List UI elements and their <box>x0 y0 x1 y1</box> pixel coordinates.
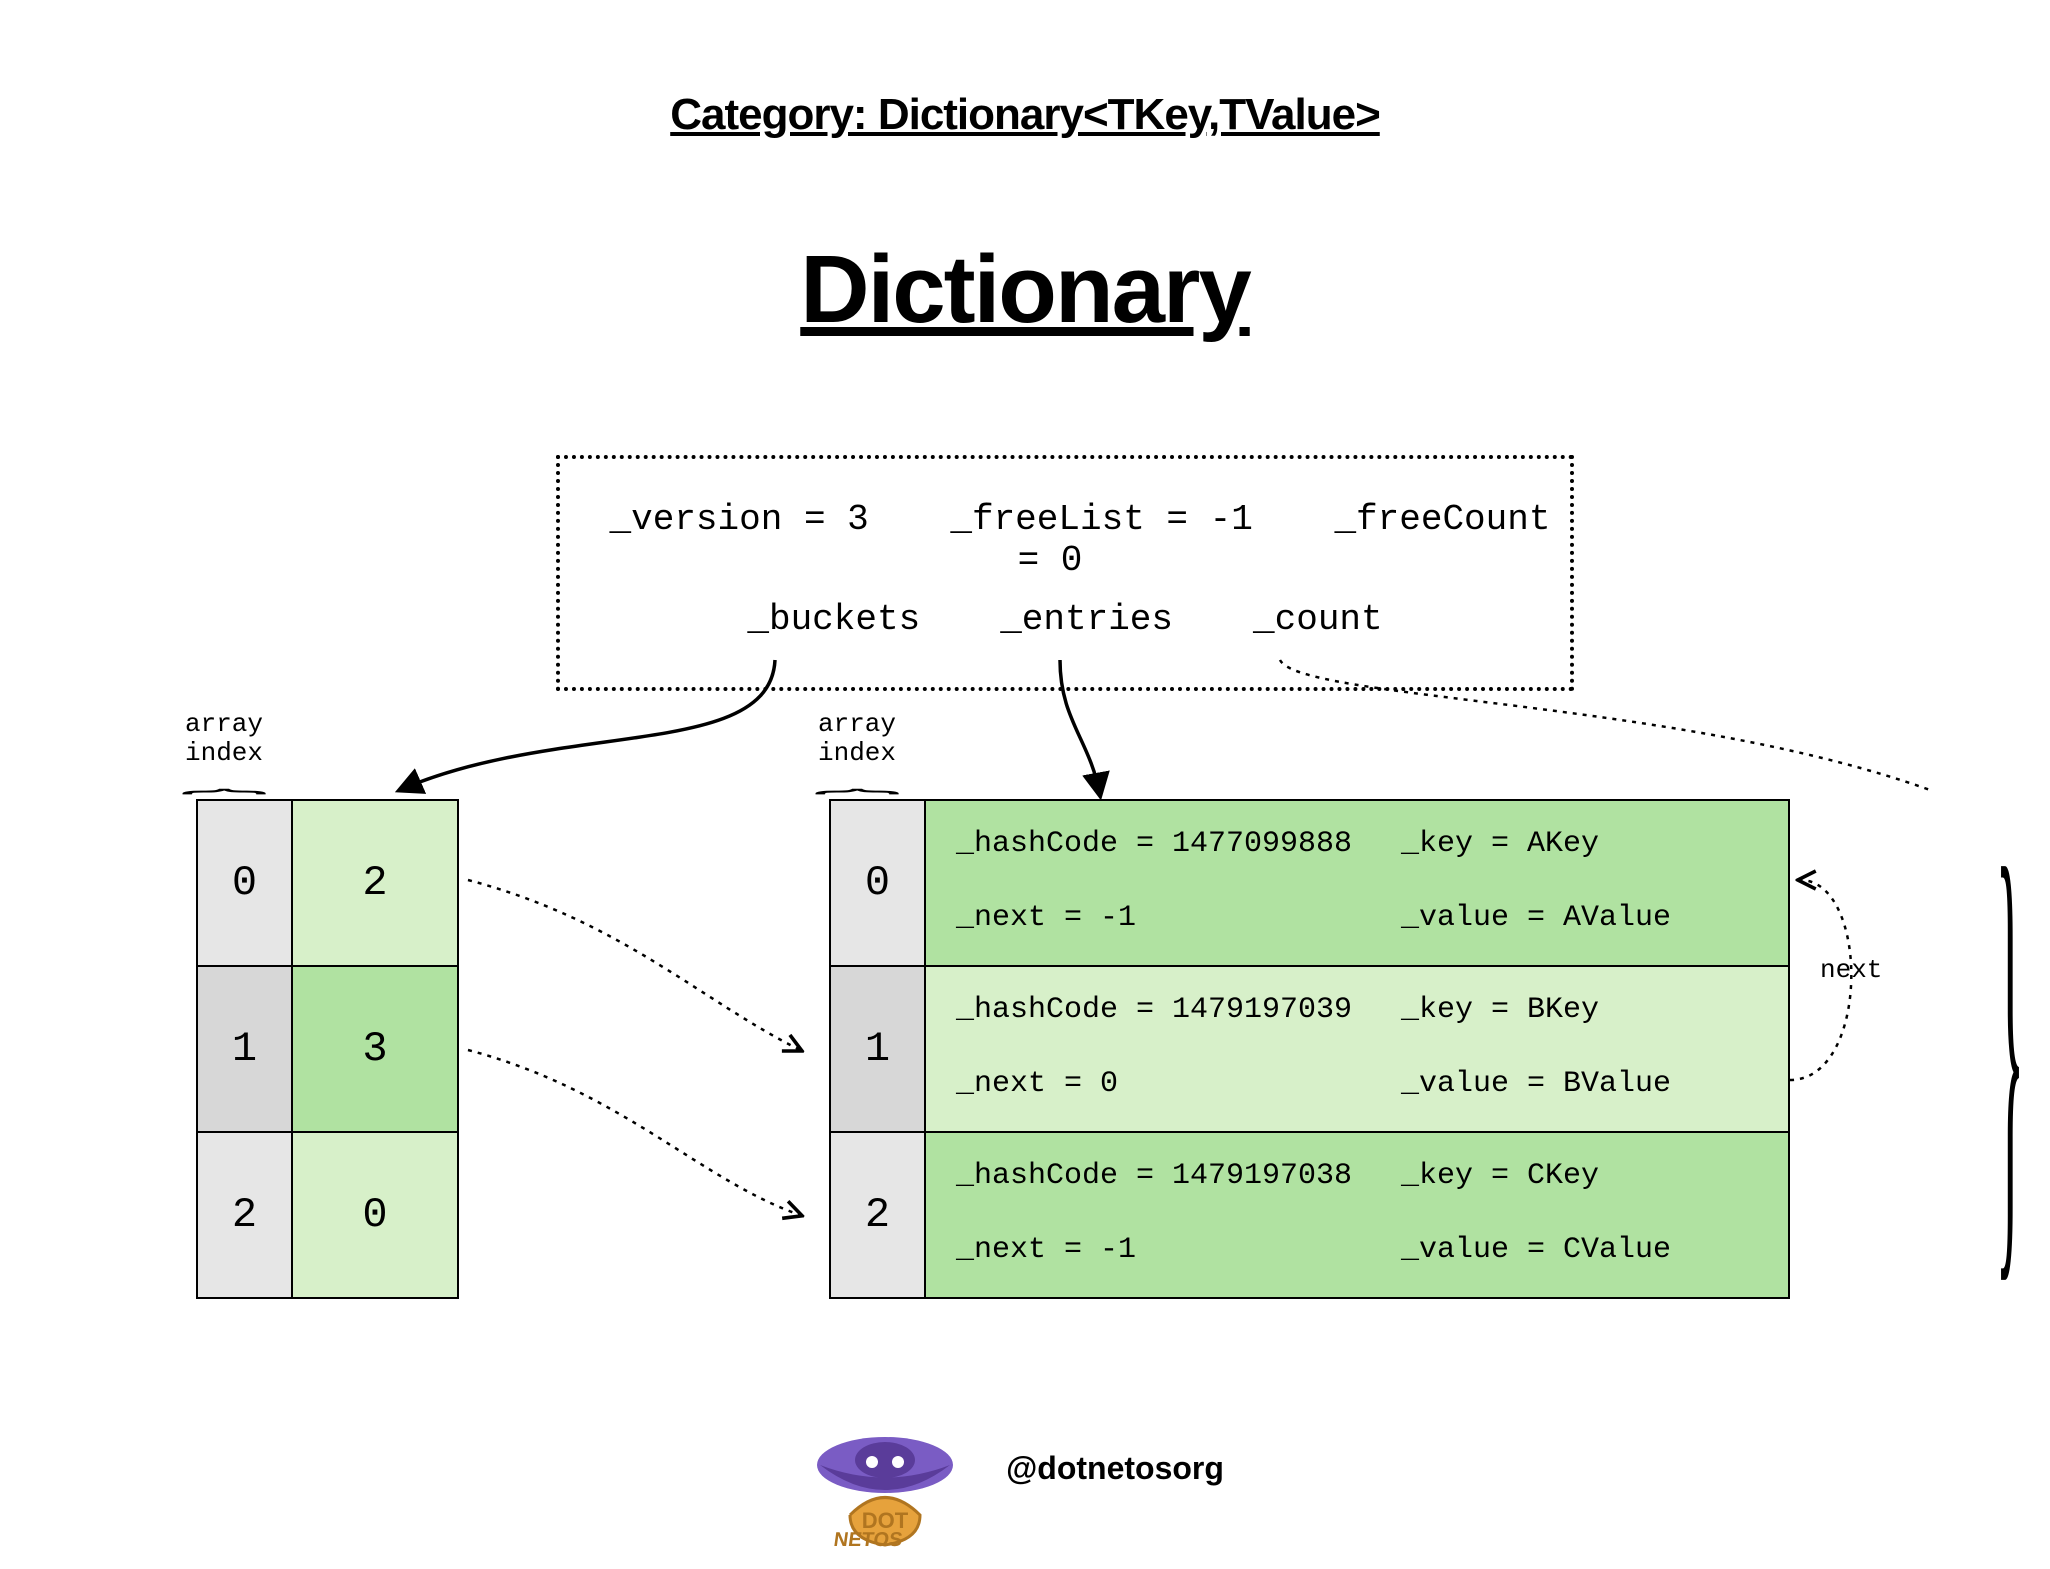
entries-index-cell: 2 <box>829 1131 926 1299</box>
category-heading: Category: Dictionary<TKey,TValue> <box>0 90 2050 140</box>
page-title: Dictionary <box>0 235 2050 345</box>
entries-array-index-label: array index <box>818 710 896 767</box>
buckets-array-index-label: array index <box>185 710 263 767</box>
count-brace: } <box>1996 770 2025 1320</box>
svg-text:NETOS: NETOS <box>832 1529 904 1550</box>
entries-body-cell: _hashCode = 1479197039 _next = 0 _key = … <box>924 965 1790 1133</box>
entry-hashcode: _hashCode = 1477099888 <box>956 827 1352 861</box>
buckets-value-cell: 3 <box>291 965 459 1133</box>
entries-table: 0 _hashCode = 1477099888 _next = -1 _key… <box>830 800 1789 1298</box>
field-version: _version = 3 <box>610 499 869 540</box>
entries-index-cell: 1 <box>829 965 926 1133</box>
entries-row: 0 _hashCode = 1477099888 _next = -1 _key… <box>830 800 1789 966</box>
entries-body-cell: _hashCode = 1479197038 _next = -1 _key =… <box>924 1131 1790 1299</box>
field-buckets: _buckets <box>747 599 920 640</box>
field-count: _count <box>1253 599 1383 640</box>
buckets-table: 0 2 1 3 2 0 <box>197 800 458 1298</box>
entry-next: _next = 0 <box>956 1067 1118 1101</box>
entry-hashcode: _hashCode = 1479197039 <box>956 993 1352 1027</box>
buckets-row: 2 0 <box>197 1132 458 1298</box>
entry-key: _key = AKey <box>1401 827 1599 861</box>
entry-hashcode: _hashCode = 1479197038 <box>956 1159 1352 1193</box>
buckets-row: 0 2 <box>197 800 458 966</box>
entry-next: _next = -1 <box>956 1233 1136 1267</box>
buckets-index-cell: 0 <box>196 799 293 967</box>
buckets-index-cell: 2 <box>196 1131 293 1299</box>
field-entries: _entries <box>1000 599 1173 640</box>
entry-value: _value = AValue <box>1401 901 1671 935</box>
entries-index-cell: 0 <box>829 799 926 967</box>
entry-value: _value = CValue <box>1401 1233 1671 1267</box>
entry-value: _value = BValue <box>1401 1067 1671 1101</box>
field-freelist: _freeList = -1 <box>950 499 1252 540</box>
entries-row: 2 _hashCode = 1479197038 _next = -1 _key… <box>830 1132 1789 1298</box>
buckets-value-cell: 0 <box>291 1131 459 1299</box>
entry-next: _next = -1 <box>956 901 1136 935</box>
buckets-value-cell: 2 <box>291 799 459 967</box>
entry-key: _key = BKey <box>1401 993 1599 1027</box>
next-arrow-label: next <box>1820 955 1882 985</box>
entries-body-cell: _hashCode = 1477099888 _next = -1 _key =… <box>924 799 1790 967</box>
buckets-row: 1 3 <box>197 966 458 1132</box>
entries-row: 1 _hashCode = 1479197039 _next = 0 _key … <box>830 966 1789 1132</box>
buckets-index-cell: 1 <box>196 965 293 1133</box>
dictionary-internals-box: _version = 3 _freeList = -1 _freeCount =… <box>556 455 1574 691</box>
footer-handle: @dotnetosorg <box>90 1450 2050 1487</box>
entry-key: _key = CKey <box>1401 1159 1599 1193</box>
